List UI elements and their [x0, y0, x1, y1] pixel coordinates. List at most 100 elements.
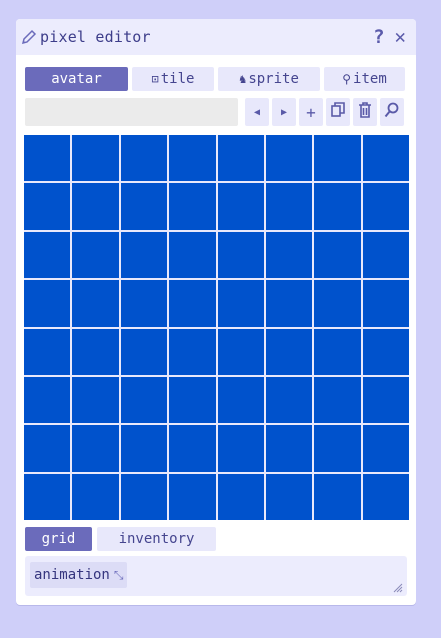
- window-title: pixel editor: [40, 28, 151, 46]
- pixel-cell[interactable]: [362, 425, 409, 472]
- pixel-cell[interactable]: [169, 425, 216, 472]
- pixel-cell[interactable]: [120, 376, 168, 424]
- title-bar[interactable]: pixel editor ? ✕: [16, 19, 416, 55]
- copy-button[interactable]: [326, 98, 350, 126]
- pixel-cell[interactable]: [265, 425, 313, 472]
- pixel-cell[interactable]: [24, 328, 71, 375]
- pixel-cell[interactable]: [314, 425, 361, 472]
- pixel-cell[interactable]: [169, 183, 216, 230]
- tile-icon: ⊡: [151, 72, 159, 86]
- pixel-cell[interactable]: [362, 231, 409, 279]
- next-icon: ▶: [280, 106, 288, 118]
- pixel-cell[interactable]: [217, 231, 264, 279]
- pixel-cell[interactable]: [217, 280, 264, 327]
- pixel-cell[interactable]: [72, 135, 119, 182]
- pixel-cell[interactable]: [314, 280, 361, 327]
- plus-icon: +: [306, 102, 316, 122]
- pixel-cell[interactable]: [217, 135, 264, 182]
- sprite-icon: ♞: [239, 72, 247, 86]
- pixel-cell[interactable]: [120, 473, 168, 520]
- pixel-cell[interactable]: [72, 376, 119, 424]
- pixel-cell[interactable]: [362, 328, 409, 375]
- pixel-cell[interactable]: [362, 473, 409, 520]
- tab-tile[interactable]: ⊡ tile: [132, 67, 214, 91]
- pixel-cell[interactable]: [169, 231, 216, 279]
- pixel-cell[interactable]: [265, 231, 313, 279]
- pixel-cell[interactable]: [362, 376, 409, 424]
- pencil-icon: [20, 28, 38, 46]
- pixel-cell[interactable]: [265, 473, 313, 520]
- pixel-cell[interactable]: [120, 231, 168, 279]
- animation-chip[interactable]: animation ⤡: [30, 562, 128, 588]
- pixel-cell[interactable]: [362, 183, 409, 230]
- pixel-cell[interactable]: [24, 135, 71, 182]
- pixel-cell[interactable]: [169, 376, 216, 424]
- pixel-cell[interactable]: [120, 328, 168, 375]
- pixel-cell[interactable]: [217, 183, 264, 230]
- pixel-grid[interactable]: [24, 135, 409, 520]
- pixel-cell[interactable]: [72, 425, 119, 472]
- search-button[interactable]: [380, 98, 404, 126]
- pixel-cell[interactable]: [314, 473, 361, 520]
- pixel-cell[interactable]: [120, 425, 168, 472]
- tab-inventory-label: inventory: [118, 531, 195, 547]
- tab-tile-label: tile: [160, 71, 195, 87]
- pixel-cell[interactable]: [169, 280, 216, 327]
- tab-bar: avatar ⊡ tile ♞ sprite ⚲ item: [25, 67, 405, 91]
- delete-button[interactable]: [353, 98, 377, 126]
- prev-button[interactable]: ◀: [245, 98, 269, 126]
- pixel-cell[interactable]: [72, 183, 119, 230]
- pixel-cell[interactable]: [169, 473, 216, 520]
- next-button[interactable]: ▶: [272, 98, 296, 126]
- pixel-cell[interactable]: [265, 135, 313, 182]
- tab-inventory[interactable]: inventory: [97, 527, 216, 551]
- pixel-cell[interactable]: [217, 376, 264, 424]
- pixel-canvas[interactable]: [24, 135, 409, 520]
- pixel-cell[interactable]: [265, 376, 313, 424]
- tab-sprite[interactable]: ♞ sprite: [218, 67, 320, 91]
- pixel-cell[interactable]: [24, 376, 71, 424]
- pixel-cell[interactable]: [314, 231, 361, 279]
- pixel-cell[interactable]: [72, 231, 119, 279]
- pixel-cell[interactable]: [72, 280, 119, 327]
- pixel-cell[interactable]: [169, 135, 216, 182]
- expand-icon: ⤡: [113, 567, 124, 582]
- pixel-cell[interactable]: [217, 425, 264, 472]
- name-input[interactable]: [25, 98, 238, 126]
- pixel-cell[interactable]: [120, 280, 168, 327]
- pixel-cell[interactable]: [362, 280, 409, 327]
- tab-avatar[interactable]: avatar: [25, 67, 128, 91]
- tab-grid[interactable]: grid: [25, 527, 92, 551]
- pixel-cell[interactable]: [120, 183, 168, 230]
- pixel-cell[interactable]: [24, 231, 71, 279]
- prev-icon: ◀: [253, 106, 261, 118]
- pixel-cell[interactable]: [24, 425, 71, 472]
- pixel-cell[interactable]: [314, 135, 361, 182]
- pixel-cell[interactable]: [169, 328, 216, 375]
- pixel-cell[interactable]: [72, 473, 119, 520]
- tab-item[interactable]: ⚲ item: [324, 67, 405, 91]
- resize-handle-icon[interactable]: [393, 583, 403, 593]
- pixel-cell[interactable]: [265, 280, 313, 327]
- pixel-cell[interactable]: [24, 473, 71, 520]
- trash-icon: [358, 102, 372, 122]
- pixel-cell[interactable]: [120, 135, 168, 182]
- bottom-tab-bar: grid inventory: [25, 527, 216, 551]
- close-button[interactable]: ✕: [395, 27, 406, 47]
- pixel-cell[interactable]: [217, 473, 264, 520]
- pixel-cell[interactable]: [24, 280, 71, 327]
- pixel-cell[interactable]: [314, 183, 361, 230]
- pixel-cell[interactable]: [217, 328, 264, 375]
- add-button[interactable]: +: [299, 98, 323, 126]
- pixel-cell[interactable]: [24, 183, 71, 230]
- pixel-cell[interactable]: [265, 183, 313, 230]
- search-icon: [384, 102, 400, 122]
- pixel-cell[interactable]: [314, 328, 361, 375]
- help-button[interactable]: ?: [373, 27, 384, 47]
- pixel-cell[interactable]: [314, 376, 361, 424]
- pixel-cell[interactable]: [362, 135, 409, 182]
- pixel-cell[interactable]: [265, 328, 313, 375]
- animation-chip-label: animation: [34, 567, 110, 583]
- pixel-cell[interactable]: [72, 328, 119, 375]
- tab-grid-label: grid: [41, 531, 76, 547]
